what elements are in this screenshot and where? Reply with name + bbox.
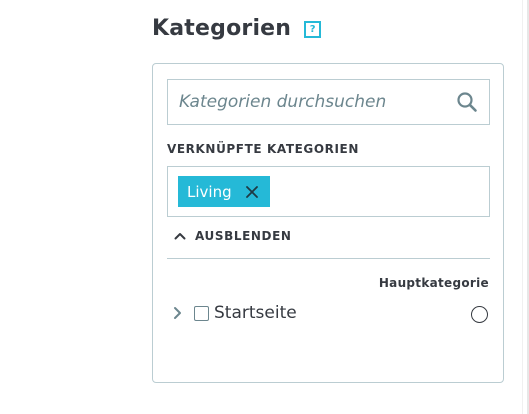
main-category-radio[interactable] bbox=[471, 306, 488, 323]
categories-card: VERKNÜPFTE KATEGORIEN Living AUSBLENDEN … bbox=[152, 63, 504, 383]
main-category-header: Hauptkategorie bbox=[378, 276, 489, 290]
chevron-up-icon bbox=[174, 231, 186, 241]
collapse-toggle-label: AUSBLENDEN bbox=[195, 229, 292, 243]
section-title: Kategorien bbox=[152, 16, 292, 41]
category-checkbox[interactable] bbox=[194, 305, 209, 321]
section-header: Kategorien ? bbox=[152, 16, 322, 41]
category-tag: Living bbox=[178, 176, 270, 207]
help-icon[interactable]: ? bbox=[304, 21, 322, 38]
close-icon[interactable] bbox=[245, 185, 259, 199]
linked-categories-box: Living bbox=[167, 166, 490, 217]
search-box bbox=[167, 79, 490, 125]
chevron-right-icon[interactable] bbox=[173, 306, 185, 320]
search-icon[interactable] bbox=[454, 89, 480, 115]
collapse-toggle-button[interactable]: AUSBLENDEN bbox=[174, 229, 292, 243]
linked-categories-label: VERKNÜPFTE KATEGORIEN bbox=[167, 142, 359, 156]
panel-edge-inner bbox=[522, 0, 523, 414]
category-tag-label: Living bbox=[187, 182, 232, 201]
divider bbox=[167, 258, 490, 259]
category-search-input[interactable] bbox=[168, 80, 454, 124]
tree-node-startseite: Startseite bbox=[173, 300, 490, 326]
category-node-label: Startseite bbox=[214, 303, 297, 323]
